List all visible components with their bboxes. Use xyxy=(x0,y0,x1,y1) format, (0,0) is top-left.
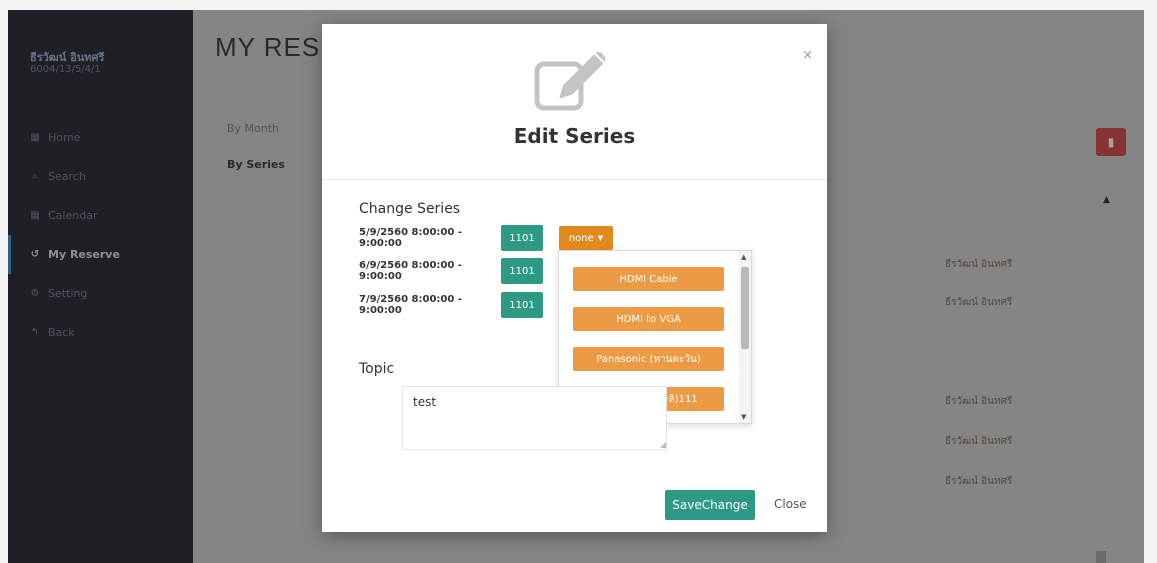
scroll-down-icon[interactable]: ▼ xyxy=(741,413,746,421)
caret-down-icon: ▼ xyxy=(597,234,604,242)
series-row: 6/9/2560 8:00:00 - 9:00:00 1101 xyxy=(359,258,543,284)
resize-grip-icon[interactable]: ◢ xyxy=(660,440,666,449)
series-row: 7/9/2560 8:00:00 - 9:00:00 1101 xyxy=(359,292,543,318)
scrollbar-thumb[interactable] xyxy=(741,267,749,349)
room-button[interactable]: 1101 xyxy=(501,225,543,251)
dropdown-item[interactable]: HDMI to VGA xyxy=(573,307,724,331)
edit-icon xyxy=(534,52,605,111)
topic-label: Topic xyxy=(359,361,395,377)
save-change-button[interactable]: SaveChange xyxy=(665,490,755,520)
close-icon[interactable]: × xyxy=(802,48,813,63)
series-row: 5/9/2560 8:00:00 - 9:00:00 1101 xyxy=(359,225,543,251)
series-datetime: 5/9/2560 8:00:00 - 9:00:00 xyxy=(359,227,462,249)
modal-title: Edit Series xyxy=(513,124,636,148)
room-button[interactable]: 1101 xyxy=(501,292,543,318)
scroll-up-icon[interactable]: ▲ xyxy=(741,253,746,261)
modal-divider xyxy=(322,179,827,180)
edit-series-modal: × Edit Series Change Series 5/9/2560 8:0… xyxy=(322,24,827,532)
dropdown-item[interactable]: Panasonic (ทานตะวัน) xyxy=(573,347,724,371)
equipment-dropdown-button[interactable]: none ▼ xyxy=(559,226,613,250)
series-datetime: 6/9/2560 8:00:00 - 9:00:00 xyxy=(359,260,462,282)
dropdown-scrollbar[interactable]: ▲ ▼ xyxy=(739,251,751,423)
equipment-dropdown-label: none xyxy=(568,232,594,244)
room-button[interactable]: 1101 xyxy=(501,258,543,284)
change-series-label: Change Series xyxy=(359,201,461,217)
topic-textarea[interactable]: test xyxy=(402,386,667,450)
close-button[interactable]: Close xyxy=(774,497,807,511)
series-datetime: 7/9/2560 8:00:00 - 9:00:00 xyxy=(359,294,462,316)
dropdown-item[interactable]: HDMI Cable xyxy=(573,267,724,291)
